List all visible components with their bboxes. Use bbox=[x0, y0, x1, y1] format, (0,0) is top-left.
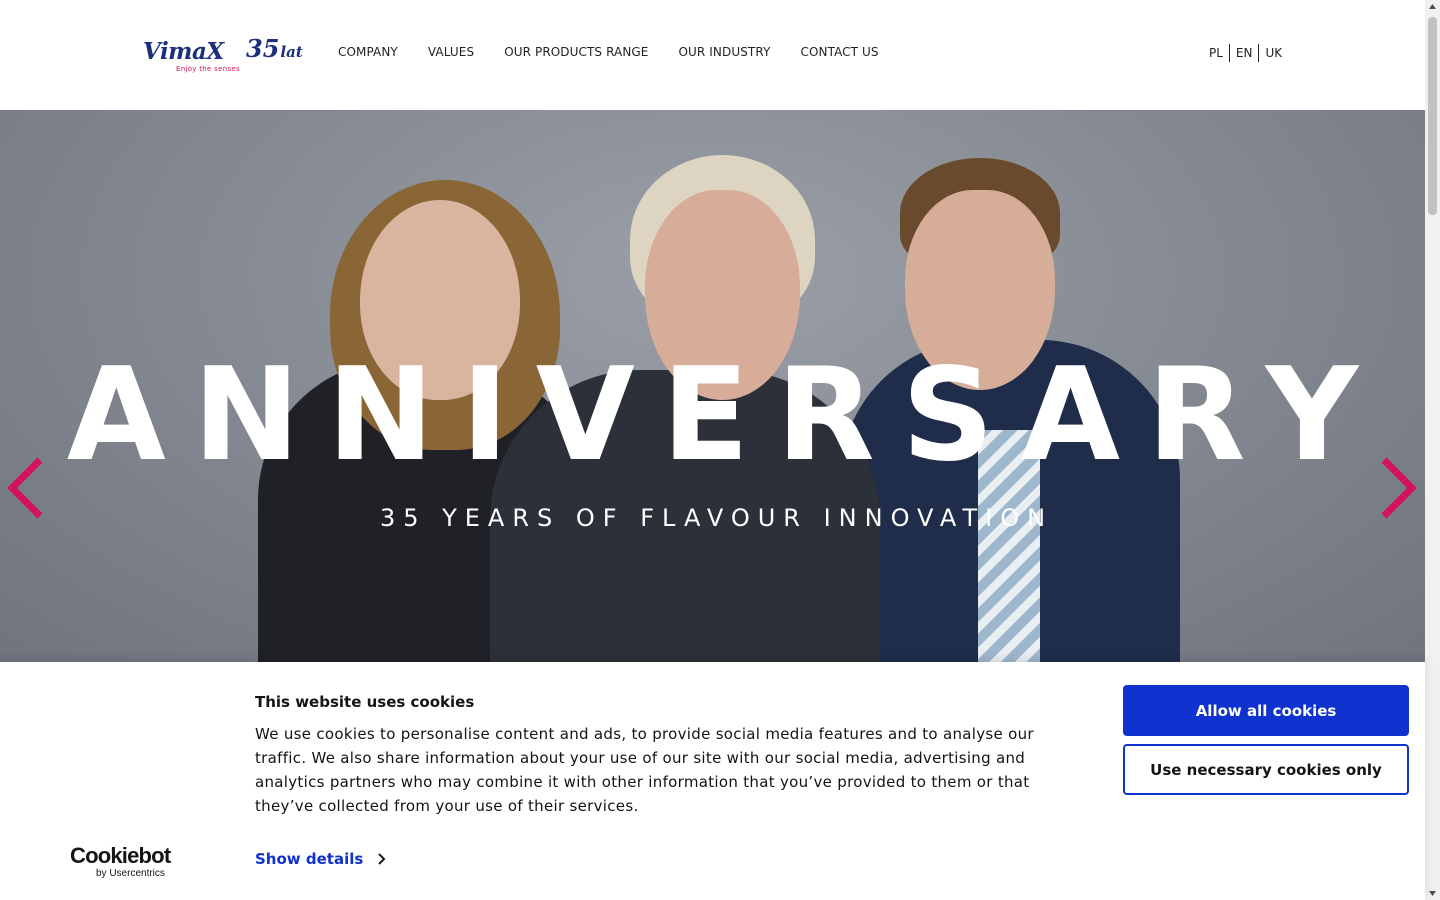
necessary-cookies-only-button[interactable]: Use necessary cookies only bbox=[1123, 744, 1409, 795]
logo-anniversary: 35lat bbox=[246, 34, 303, 63]
logo-tagline: Enjoy the senses bbox=[176, 65, 240, 73]
nav-products-range[interactable]: OUR PRODUCTS RANGE bbox=[504, 45, 648, 59]
cookiebot-logo-text: Cookiebot bbox=[70, 843, 171, 868]
nav-industry[interactable]: OUR INDUSTRY bbox=[679, 45, 771, 59]
scroll-up-arrow-icon[interactable] bbox=[1425, 0, 1440, 15]
nav-contact[interactable]: CONTACT US bbox=[800, 45, 878, 59]
lang-en[interactable]: EN bbox=[1230, 44, 1259, 62]
allow-all-cookies-button[interactable]: Allow all cookies bbox=[1123, 685, 1409, 736]
cookie-consent-banner: Cookiebot by Usercentrics This website u… bbox=[0, 662, 1425, 900]
show-details-link[interactable]: Show details bbox=[255, 850, 387, 868]
hero-subtitle: 35 YEARS OF FLAVOUR INNOVATION bbox=[379, 504, 1054, 532]
main-nav: COMPANY VALUES OUR PRODUCTS RANGE OUR IN… bbox=[338, 45, 909, 59]
cookie-banner-title: This website uses cookies bbox=[255, 693, 475, 711]
cookie-banner-text: We use cookies to personalise content an… bbox=[255, 725, 1034, 815]
site-header: VimaX 35lat Enjoy the senses COMPANY VAL… bbox=[0, 0, 1425, 110]
lang-uk[interactable]: UK bbox=[1259, 44, 1288, 62]
hero-slider: ANNIVERSARY 35 YEARS OF FLAVOUR INNOVATI… bbox=[0, 110, 1425, 662]
lang-pl[interactable]: PL bbox=[1209, 44, 1229, 62]
show-details-label: Show details bbox=[255, 850, 364, 868]
scrollbar-thumb[interactable] bbox=[1428, 17, 1437, 215]
language-switcher: PL EN UK bbox=[1209, 44, 1288, 62]
slider-next-button[interactable] bbox=[1380, 456, 1420, 520]
logo-brand: VimaX bbox=[143, 38, 224, 65]
chevron-right-icon bbox=[1381, 457, 1417, 519]
hero-title: ANNIVERSARY bbox=[66, 341, 1386, 490]
scroll-down-arrow-icon[interactable] bbox=[1425, 885, 1440, 900]
logo-anniversary-number: 35 bbox=[246, 34, 280, 63]
cookiebot-logo-sub: by Usercentrics bbox=[96, 868, 165, 879]
nav-company[interactable]: COMPANY bbox=[338, 45, 398, 59]
logo-anniversary-word: lat bbox=[280, 43, 303, 61]
page-scrollbar[interactable] bbox=[1425, 0, 1440, 900]
vimax-logo[interactable]: VimaX 35lat Enjoy the senses bbox=[143, 34, 305, 78]
nav-values[interactable]: VALUES bbox=[428, 45, 474, 59]
chevron-left-icon bbox=[7, 457, 43, 519]
slider-prev-button[interactable] bbox=[4, 456, 44, 520]
cookiebot-logo[interactable]: Cookiebot by Usercentrics bbox=[70, 844, 175, 880]
chevron-right-icon bbox=[378, 853, 386, 865]
